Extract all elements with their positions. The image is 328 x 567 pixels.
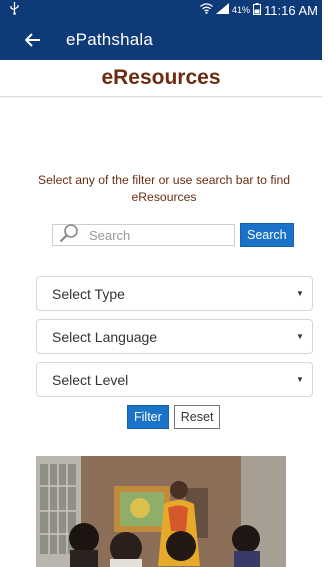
search-field[interactable]: [52, 223, 235, 248]
main-content: Select any of the filter or use search b…: [0, 98, 322, 567]
app-bar: ePathshala: [0, 20, 322, 60]
search-row: Search: [52, 223, 294, 247]
signal-icon: [216, 3, 230, 17]
dropdown-arrow-icon: ▼: [296, 375, 304, 384]
resource-video-thumbnail[interactable]: [36, 456, 286, 567]
select-level-label: Select Level: [52, 371, 129, 388]
reset-button[interactable]: Reset: [173, 405, 221, 429]
classroom-scene-image: [36, 456, 286, 567]
back-button[interactable]: [22, 29, 44, 51]
select-language-label: Select Language: [52, 328, 158, 345]
app-title: ePathshala: [66, 30, 154, 49]
page-title: eResources: [101, 66, 221, 89]
arrow-left-icon: [25, 33, 40, 47]
select-type-dropdown[interactable]: Select Type ▼: [36, 276, 313, 311]
app-screen: 41% 11:16 AM ePathshala eResources Selec…: [0, 0, 322, 567]
filter-button[interactable]: Filter: [127, 405, 169, 429]
magnifier-icon: [59, 223, 79, 248]
instruction-text: Select any of the filter or use search b…: [37, 173, 290, 204]
search-button[interactable]: Search: [240, 223, 294, 247]
clock: 11:16 AM: [264, 2, 318, 18]
wifi-icon: [200, 3, 213, 17]
battery-icon: [253, 2, 262, 18]
filter-actions: Filter Reset: [127, 405, 221, 429]
select-language-dropdown[interactable]: Select Language ▼: [36, 319, 313, 354]
usb-icon: [10, 2, 19, 18]
select-type-label: Select Type: [52, 285, 125, 302]
select-level-dropdown[interactable]: Select Level ▼: [36, 362, 313, 397]
dropdown-arrow-icon: ▼: [296, 332, 304, 341]
battery-percent: 41%: [232, 5, 251, 15]
dropdown-arrow-icon: ▼: [296, 289, 304, 298]
status-bar: 41% 11:16 AM: [0, 0, 322, 20]
search-input[interactable]: [87, 226, 231, 244]
page-header: eResources: [0, 60, 322, 97]
